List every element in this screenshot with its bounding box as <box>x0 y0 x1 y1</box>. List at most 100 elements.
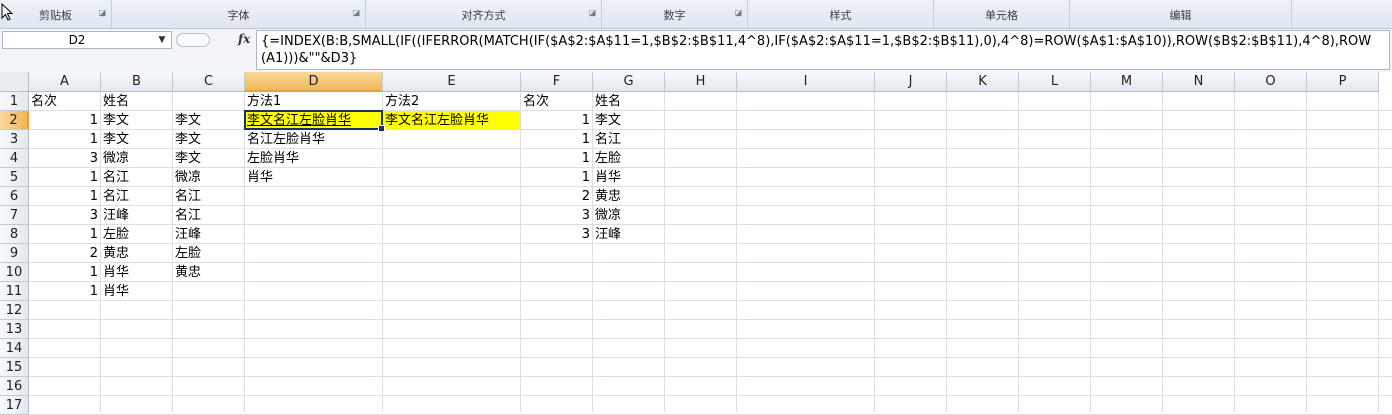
cell-a2[interactable]: 1 <box>29 111 100 130</box>
ribbon-group-clipboard[interactable]: 剪贴板 ◪ <box>0 0 112 28</box>
cell-b5[interactable]: 名江 <box>101 168 172 187</box>
cell-c10[interactable]: 黄忠 <box>173 263 244 282</box>
column-header-d[interactable]: D <box>245 72 383 92</box>
worksheet-grid[interactable]: ABCDEFGHIJKLMNOP 1 2 3 4 5 6 7 8 9 10 11 12 13 14 15 16… <box>0 72 1392 415</box>
cell-c8[interactable]: 汪峰 <box>173 225 244 244</box>
column-header-i[interactable]: I <box>737 72 875 92</box>
row-header-15[interactable]: 15 <box>0 358 29 377</box>
cell-c3[interactable]: 李文 <box>173 130 244 149</box>
cell-b10[interactable]: 肖华 <box>101 263 172 282</box>
ribbon-group-cells[interactable]: 单元格 <box>934 0 1070 28</box>
column-header-b[interactable]: B <box>101 72 173 92</box>
cell-c6[interactable]: 名江 <box>173 187 244 206</box>
cell-a7[interactable]: 3 <box>29 206 100 225</box>
formula-bar-resize-handle[interactable] <box>176 33 210 47</box>
row-header-17[interactable]: 17 <box>0 396 29 415</box>
cell-g7[interactable]: 微凉 <box>593 206 664 225</box>
cell-g4[interactable]: 左脸 <box>593 149 664 168</box>
cell-a1[interactable]: 名次 <box>29 92 100 111</box>
cell-b8[interactable]: 左脸 <box>101 225 172 244</box>
ribbon-group-editing[interactable]: 编辑 <box>1070 0 1292 28</box>
column-header-a[interactable]: A <box>29 72 101 92</box>
column-header-f[interactable]: F <box>521 72 593 92</box>
row-header-9[interactable]: 9 <box>0 244 29 263</box>
cell-b2[interactable]: 李文 <box>101 111 172 130</box>
cell-c5[interactable]: 微凉 <box>173 168 244 187</box>
row-header-16[interactable]: 16 <box>0 377 29 396</box>
column-header-g[interactable]: G <box>593 72 665 92</box>
cell-d5[interactable]: 肖华 <box>245 168 382 187</box>
cell-b9[interactable]: 黄忠 <box>101 244 172 263</box>
cell-d1[interactable]: 方法1 <box>245 92 382 111</box>
column-header-j[interactable]: J <box>875 72 947 92</box>
cell-e1[interactable]: 方法2 <box>383 92 520 111</box>
ribbon-group-styles[interactable]: 样式 <box>748 0 934 28</box>
row-header-7[interactable]: 7 <box>0 206 29 225</box>
cell-b6[interactable]: 名江 <box>101 187 172 206</box>
cell-g3[interactable]: 名江 <box>593 130 664 149</box>
cell-f7[interactable]: 3 <box>521 206 592 225</box>
row-header-4[interactable]: 4 <box>0 149 29 168</box>
row-header-12[interactable]: 12 <box>0 301 29 320</box>
dialog-launcher-icon[interactable]: ◪ <box>734 8 743 17</box>
cell-f5[interactable]: 1 <box>521 168 592 187</box>
cell-b7[interactable]: 汪峰 <box>101 206 172 225</box>
cell-a9[interactable]: 2 <box>29 244 100 263</box>
name-box[interactable]: D2 ▼ <box>2 31 172 49</box>
row-header-2[interactable]: 2 <box>0 111 29 130</box>
cell-c7[interactable]: 名江 <box>173 206 244 225</box>
cell-f6[interactable]: 2 <box>521 187 592 206</box>
column-header-h[interactable]: H <box>665 72 737 92</box>
cell-a6[interactable]: 1 <box>29 187 100 206</box>
cell-b1[interactable]: 姓名 <box>101 92 172 111</box>
cell-c4[interactable]: 李文 <box>173 149 244 168</box>
cell-b11[interactable]: 肖华 <box>101 282 172 301</box>
column-header-c[interactable]: C <box>173 72 245 92</box>
row-header-14[interactable]: 14 <box>0 339 29 358</box>
column-header-n[interactable]: N <box>1163 72 1235 92</box>
cell-b4[interactable]: 微凉 <box>101 149 172 168</box>
cell-a4[interactable]: 3 <box>29 149 100 168</box>
insert-function-icon[interactable]: fx <box>238 32 250 46</box>
cell-b3[interactable]: 李文 <box>101 130 172 149</box>
ribbon-group-number[interactable]: 数字 ◪ <box>602 0 748 28</box>
cell-c9[interactable]: 左脸 <box>173 244 244 263</box>
row-header-13[interactable]: 13 <box>0 320 29 339</box>
cell-a11[interactable]: 1 <box>29 282 100 301</box>
row-header-5[interactable]: 5 <box>0 168 29 187</box>
cell-g8[interactable]: 汪峰 <box>593 225 664 244</box>
cell-d2[interactable]: 李文名江左脸肖华 <box>245 111 382 130</box>
cell-f4[interactable]: 1 <box>521 149 592 168</box>
cell-g1[interactable]: 姓名 <box>593 92 664 111</box>
ribbon-group-font[interactable]: 字体 ◪ <box>112 0 366 28</box>
cell-g5[interactable]: 肖华 <box>593 168 664 187</box>
column-header-m[interactable]: M <box>1091 72 1163 92</box>
row-header-1[interactable]: 1 <box>0 92 29 111</box>
cell-f8[interactable]: 3 <box>521 225 592 244</box>
select-all-button[interactable] <box>0 72 29 92</box>
row-header-10[interactable]: 10 <box>0 263 29 282</box>
dialog-launcher-icon[interactable]: ◪ <box>588 8 597 17</box>
cell-f3[interactable]: 1 <box>521 130 592 149</box>
dialog-launcher-icon[interactable]: ◪ <box>98 8 107 17</box>
row-header-6[interactable]: 6 <box>0 187 29 206</box>
formula-input[interactable]: {=INDEX(B:B,SMALL(IF((IFERROR(MATCH(IF($… <box>256 30 1390 70</box>
dialog-launcher-icon[interactable]: ◪ <box>352 8 361 17</box>
cell-d3[interactable]: 名江左脸肖华 <box>245 130 382 149</box>
cell-a10[interactable]: 1 <box>29 263 100 282</box>
cell-d4[interactable]: 左脸肖华 <box>245 149 382 168</box>
column-header-l[interactable]: L <box>1019 72 1091 92</box>
chevron-down-icon[interactable]: ▼ <box>155 33 169 47</box>
row-header-3[interactable]: 3 <box>0 130 29 149</box>
column-header-k[interactable]: K <box>947 72 1019 92</box>
column-header-o[interactable]: O <box>1235 72 1307 92</box>
cell-a3[interactable]: 1 <box>29 130 100 149</box>
row-header-8[interactable]: 8 <box>0 225 29 244</box>
column-header-p[interactable]: P <box>1307 72 1379 92</box>
cell-f1[interactable]: 名次 <box>521 92 592 111</box>
cell-g2[interactable]: 李文 <box>593 111 664 130</box>
row-header-11[interactable]: 11 <box>0 282 29 301</box>
cell-a8[interactable]: 1 <box>29 225 100 244</box>
cell-c2[interactable]: 李文 <box>173 111 244 130</box>
column-header-e[interactable]: E <box>383 72 521 92</box>
